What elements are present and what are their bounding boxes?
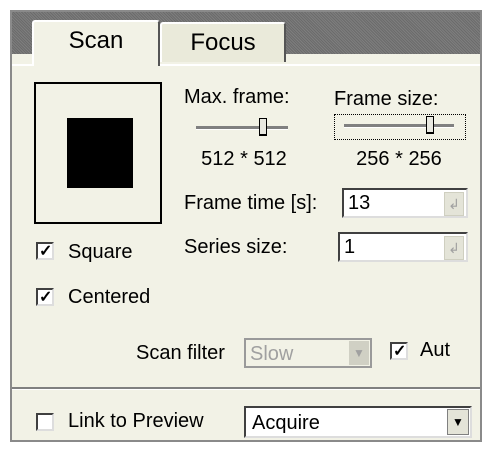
scan-filter-select[interactable]: Slow ▼ [244,338,372,368]
auto-checkbox[interactable]: ✓ [390,342,408,360]
check-icon: ✓ [39,243,53,260]
footer-divider [12,387,480,390]
chevron-down-icon[interactable]: ▼ [447,409,469,435]
frame-preview-square [67,118,133,188]
check-icon: ✓ [39,289,53,306]
square-label: Square [68,241,133,263]
tab-focus[interactable]: Focus [160,22,286,62]
return-arrow-icon[interactable]: ↲ [444,192,464,216]
link-to-preview-checkbox[interactable] [36,413,54,431]
frame-size-label: Frame size: [334,88,439,110]
series-size-value: 1 [344,236,356,258]
centered-checkbox[interactable]: ✓ [36,288,54,306]
mode-value: Acquire [252,412,320,434]
max-frame-value: 512 * 512 [201,148,287,170]
max-frame-slider[interactable] [196,118,288,140]
link-to-preview-label: Link to Preview [68,410,204,432]
max-frame-label: Max. frame: [184,86,290,108]
frame-size-value: 256 * 256 [356,148,442,170]
scan-filter-label: Scan filter [136,342,225,364]
max-frame-slider-thumb[interactable] [259,118,267,136]
scan-filter-value: Slow [250,343,294,365]
scan-panel: Scan Focus Max. frame: 512 * 512 Frame s… [10,10,482,442]
chevron-down-icon[interactable]: ▼ [349,341,369,365]
auto-label: Aut [420,339,451,361]
scan-tab-content: Max. frame: 512 * 512 Frame size: 256 * … [12,64,480,394]
frame-time-input[interactable]: 13 ↲ [342,188,468,218]
tab-scan[interactable]: Scan [32,20,160,66]
frame-time-value: 13 [348,192,371,214]
frame-size-slider-thumb[interactable] [426,116,434,134]
series-size-input[interactable]: 1 ↲ [338,232,468,262]
frame-preview [34,82,162,224]
frame-time-label: Frame time [s]: [184,192,318,214]
frame-size-slider[interactable] [344,116,454,138]
return-arrow-icon[interactable]: ↲ [444,236,464,260]
mode-select[interactable]: Acquire ▼ [244,406,472,438]
check-icon: ✓ [393,343,407,360]
centered-label: Centered [68,286,151,308]
square-checkbox[interactable]: ✓ [36,242,54,260]
series-size-label: Series size: [184,236,288,258]
